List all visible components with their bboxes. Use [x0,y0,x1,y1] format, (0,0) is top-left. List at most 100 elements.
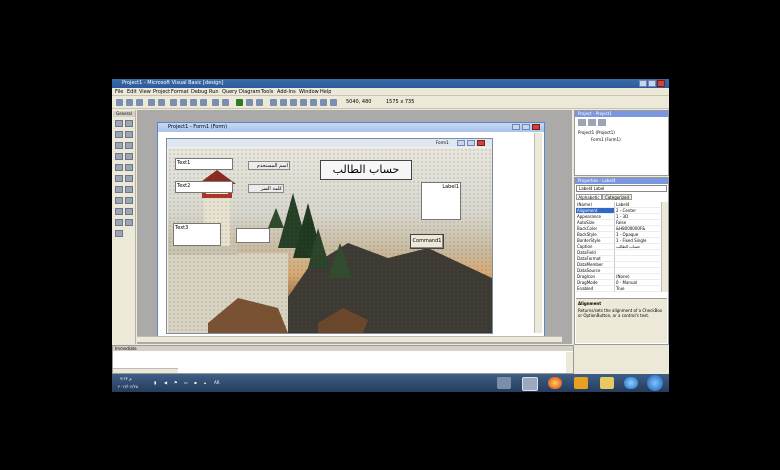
volume-icon[interactable]: ◀ [164,380,167,385]
dirlistbox-tool-icon[interactable] [115,197,123,204]
add-form-icon[interactable] [126,99,133,106]
end-icon[interactable] [256,99,263,106]
network-icon[interactable]: ▮ [154,380,156,385]
form1[interactable]: Form1 Text1 اسم المستخدم Text2 كلمة السر… [166,138,493,334]
project-tree-root[interactable]: Project1 (Project1) [578,130,615,135]
commandbutton-tool-icon[interactable] [125,142,133,149]
start-button[interactable] [647,375,663,391]
label1-label[interactable]: Label1 [421,182,461,220]
redo-icon[interactable] [222,99,229,106]
vscrollbar-tool-icon[interactable] [125,175,133,182]
cut-icon[interactable] [170,99,177,106]
timer-tool-icon[interactable] [115,186,123,193]
start-icon[interactable] [236,99,243,106]
menu-query[interactable]: Query [222,89,237,95]
student-account-heading-label[interactable]: حساب الطالب [320,160,412,180]
hscrollbar-tool-icon[interactable] [115,175,123,182]
line-tool-icon[interactable] [125,208,133,215]
save-project-icon[interactable] [158,99,165,106]
small-textbox[interactable] [236,228,270,243]
listbox-tool-icon[interactable] [125,164,133,171]
menu-editor-icon[interactable] [136,99,143,106]
prop-value[interactable]: True [614,286,660,292]
project-explorer-icon[interactable] [270,99,277,106]
add-project-icon[interactable] [116,99,123,106]
menu-diagram[interactable]: Diagram [239,89,260,95]
object-browser-icon[interactable] [300,99,307,106]
menu-addins[interactable]: Add-Ins [277,89,296,95]
immediate-hscrollbar[interactable] [113,368,178,373]
menu-tools[interactable]: Tools [261,89,273,95]
password-label[interactable]: كلمة السر [248,184,284,193]
vb6-active-app-icon[interactable] [522,377,538,391]
pointer-tool-icon[interactable] [115,120,123,127]
checkbox-tool-icon[interactable] [115,153,123,160]
menu-run[interactable]: Run [209,89,219,95]
immediate-window[interactable]: Immediate [112,345,574,374]
chrome-icon[interactable] [548,377,562,389]
shape-tool-icon[interactable] [115,208,123,215]
form-layout-icon[interactable] [290,99,297,106]
find-icon[interactable] [200,99,207,106]
tab-alphabetic[interactable]: Alphabetic [576,194,602,200]
form1-design-surface[interactable]: Text1 اسم المستخدم Text2 كلمة السر حساب … [168,148,492,333]
tray-icon[interactable]: ▪ [194,380,197,385]
show-hidden-icons-icon[interactable]: ▴ [204,380,206,385]
designer-vertical-scrollbar[interactable] [534,133,542,333]
copy-icon[interactable] [180,99,187,106]
language-indicator[interactable]: AR [214,380,220,385]
drivelistbox-tool-icon[interactable] [125,186,133,193]
tab-categorized[interactable]: Categorized [602,194,632,200]
file-explorer-icon[interactable] [600,377,614,389]
properties-scrollbar[interactable] [661,202,668,292]
toolbox-icon[interactable] [310,99,317,106]
object-selector[interactable]: Label4 Label [576,185,667,192]
flag-icon[interactable]: ⚑ [174,380,178,385]
data-tool-icon[interactable] [125,219,133,226]
menu-format[interactable]: Format [171,89,189,95]
data-view-icon[interactable] [320,99,327,106]
image-tool-icon[interactable] [115,219,123,226]
ole-tool-icon[interactable] [115,230,123,237]
open-project-icon[interactable] [148,99,155,106]
username-label[interactable]: اسم المستخدم [248,161,290,170]
menu-view[interactable]: View [139,89,151,95]
frame-tool-icon[interactable] [115,142,123,149]
menu-debug[interactable]: Debug [191,89,207,95]
form-minimize-button[interactable] [512,124,520,130]
optionbutton-tool-icon[interactable] [125,153,133,160]
menu-window[interactable]: Window [299,89,319,95]
picturebox-tool-icon[interactable] [125,120,133,127]
vb6-app-icon[interactable] [497,377,511,389]
minimize-button[interactable] [639,80,647,87]
menu-file[interactable]: File [115,89,123,95]
visual-component-icon[interactable] [330,99,337,106]
label-tool-icon[interactable] [115,131,123,138]
command1-button[interactable]: Command1 [410,234,444,249]
textbox-tool-icon[interactable] [125,131,133,138]
internet-explorer-icon[interactable] [624,377,638,389]
battery-icon[interactable]: ▭ [184,380,188,385]
project-tree-form1[interactable]: Form1 (Form1) [591,137,621,142]
form-maximize-button[interactable] [522,124,530,130]
close-button[interactable] [657,80,665,87]
maximize-button[interactable] [648,80,656,87]
form-close-button[interactable] [532,124,540,130]
filelistbox-tool-icon[interactable] [125,197,133,204]
paste-icon[interactable] [190,99,197,106]
toggle-folders-icon[interactable] [598,119,606,126]
combobox-tool-icon[interactable] [115,164,123,171]
undo-icon[interactable] [212,99,219,106]
text3-textbox[interactable]: Text3 [173,223,221,246]
view-object-icon[interactable] [588,119,596,126]
menu-project[interactable]: Project [153,89,170,95]
prop-name[interactable]: Enabled [576,286,614,292]
break-icon[interactable] [246,99,253,106]
workarea-horizontal-scrollbar[interactable] [137,336,562,342]
view-code-icon[interactable] [578,119,586,126]
properties-window-icon[interactable] [280,99,287,106]
menu-edit[interactable]: Edit [127,89,137,95]
text2-textbox[interactable]: Text2 [175,181,233,193]
menu-help[interactable]: Help [320,89,331,95]
immediate-scrollbar[interactable] [566,352,573,373]
